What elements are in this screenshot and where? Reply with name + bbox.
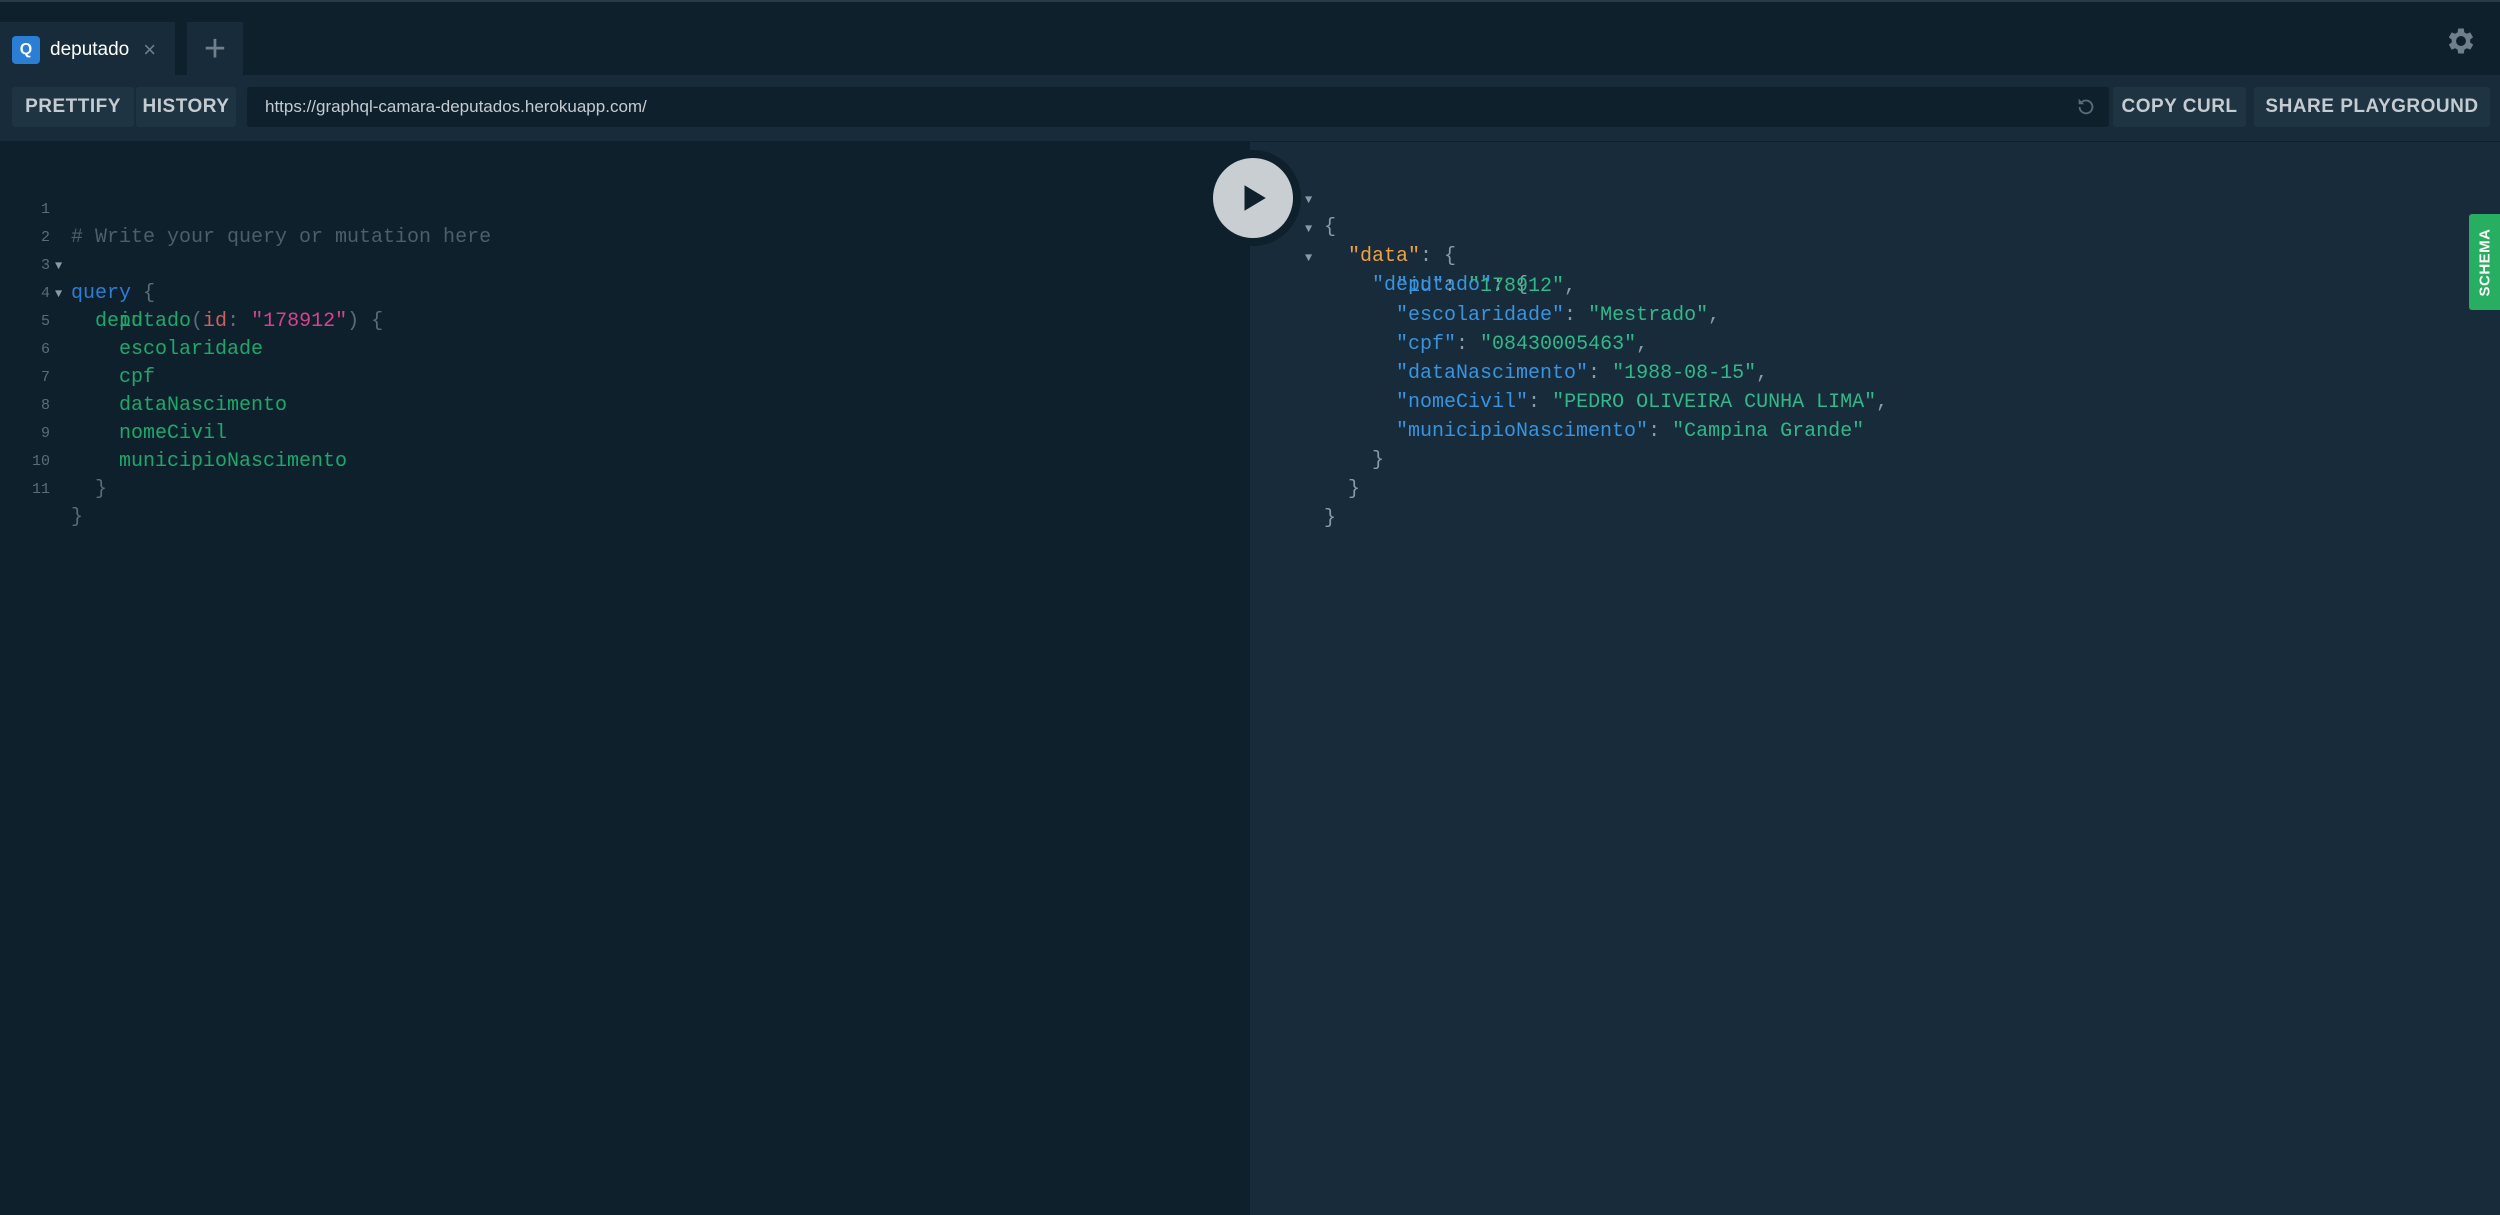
tab-bar: Q deputado × + [0, 0, 2500, 77]
fold-arrow-icon[interactable]: ▼ [1305, 244, 1317, 272]
history-button[interactable]: HISTORY [136, 87, 236, 127]
field: escolaridade [119, 338, 264, 361]
editor-line: 5 escolaridade [0, 280, 263, 361]
field: dataNascimento [119, 394, 288, 417]
reload-icon[interactable] [2075, 96, 2097, 118]
prettify-button[interactable]: PRETTIFY [12, 87, 134, 127]
result-key: "municipioNascimento" [1396, 420, 1649, 443]
result-value: "08430005463" [1480, 333, 1637, 356]
copy-curl-button[interactable]: COPY CURL [2113, 87, 2246, 127]
result-key: "id" [1396, 275, 1445, 298]
field: municipioNascimento [119, 450, 348, 473]
result-row: "escolaridade": "Mestrado", [1250, 274, 1720, 327]
fold-arrow-icon[interactable]: ▼ [55, 280, 67, 308]
brace: } [1324, 507, 1337, 530]
result-line: } [1250, 448, 1360, 501]
editor-line: 1 # Write your query or mutation here [0, 168, 491, 249]
colon: : [1528, 391, 1553, 414]
field: id [119, 310, 144, 333]
result-key: "escolaridade" [1396, 304, 1565, 327]
comma: , [1756, 362, 1769, 385]
editor-line: 11 } [0, 448, 83, 529]
colon: : [1456, 333, 1481, 356]
schema-label: SCHEMA [2476, 227, 2494, 297]
brace: } [71, 506, 84, 529]
paren: ( [191, 310, 204, 333]
result-row: "municipioNascimento": "Campina Grande" [1250, 390, 1864, 443]
result-row: "dataNascimento": "1988-08-15", [1250, 332, 1768, 385]
result-value: "PEDRO OLIVEIRA CUNHA LIMA" [1552, 391, 1877, 414]
brace: { [143, 282, 156, 305]
argument-name: id [203, 310, 228, 333]
result-viewer[interactable]: ▼ { ▼ "data": { ▼ "deputado": { "id": "1… [1250, 142, 2500, 1215]
query-keyword: query [71, 282, 132, 305]
play-icon [1244, 185, 1266, 211]
plus-icon: + [203, 28, 227, 70]
data-key: "data" [1348, 245, 1421, 268]
fold-arrow-icon[interactable]: ▼ [1305, 215, 1317, 243]
editor-line: 2 ▼ query { [0, 196, 155, 305]
settings-gear-icon[interactable] [2444, 24, 2478, 58]
close-icon[interactable]: × [143, 38, 156, 61]
endpoint-url-input[interactable] [265, 97, 2045, 117]
colon: : [1588, 362, 1613, 385]
brace: { [1324, 216, 1337, 239]
comma: , [1708, 304, 1721, 327]
result-row: "cpf": "08430005463", [1250, 303, 1648, 356]
brace: } [95, 478, 108, 501]
result-row: "nomeCivil": "PEDRO OLIVEIRA CUNHA LIMA"… [1250, 361, 1888, 414]
colon: : [227, 310, 252, 333]
result-line: } [1250, 419, 1384, 472]
share-playground-button[interactable]: SHARE PLAYGROUND [2254, 87, 2490, 127]
editor-line: 3 ▼ deputado(id: "178912") { [0, 224, 383, 333]
colon-brace: : { [1420, 245, 1457, 268]
fold-arrow-icon[interactable]: ▼ [1305, 186, 1317, 214]
result-key: "dataNascimento" [1396, 362, 1589, 385]
comma: , [1876, 391, 1889, 414]
query-editor[interactable]: 1 # Write your query or mutation here 2 … [0, 142, 1250, 1215]
play-button-face[interactable] [1213, 158, 1293, 238]
tab-deputado[interactable]: Q deputado × [0, 22, 175, 77]
colon: : [1564, 304, 1589, 327]
query-badge: Q [12, 35, 40, 64]
editor-line: 4 id [0, 252, 143, 333]
fold-arrow-icon[interactable]: ▼ [55, 252, 67, 280]
brace: } [1372, 449, 1385, 472]
editor-line: 10 } [0, 420, 107, 501]
colon: : [1648, 420, 1673, 443]
editor-line: 9 municipioNascimento [0, 392, 347, 473]
colon: : [1444, 275, 1469, 298]
schema-tab[interactable]: SCHEMA [2469, 214, 2500, 310]
query-comment: # Write your query or mutation here [71, 226, 492, 249]
result-line: } [1250, 477, 1336, 530]
tab-title: deputado [50, 38, 130, 60]
editor-line: 7 dataNascimento [0, 336, 287, 417]
editor-line: 6 cpf [0, 308, 155, 389]
brace: } [1348, 478, 1361, 501]
result-value: "Campina Grande" [1672, 420, 1865, 443]
execute-query-button[interactable] [1205, 150, 1301, 246]
result-key: "cpf" [1396, 333, 1457, 356]
result-key: "nomeCivil" [1396, 391, 1529, 414]
result-value: "Mestrado" [1588, 304, 1709, 327]
argument-value: "178912" [251, 310, 348, 333]
editor-line: 8 nomeCivil [0, 364, 227, 445]
field: nomeCivil [119, 422, 228, 445]
result-value: "178912" [1468, 275, 1565, 298]
result-row: "id": "178912", [1250, 245, 1576, 298]
add-tab-button[interactable]: + [187, 22, 243, 77]
result-value: "1988-08-15" [1612, 362, 1757, 385]
toolbar: PRETTIFY HISTORY COPY CURL SHARE PLAYGRO… [0, 75, 2500, 142]
comma: , [1636, 333, 1649, 356]
line-number: 11 [31, 481, 50, 498]
endpoint-bar [247, 87, 2109, 127]
field: cpf [119, 366, 156, 389]
comma: , [1564, 275, 1577, 298]
paren-brace: ) { [347, 310, 384, 333]
